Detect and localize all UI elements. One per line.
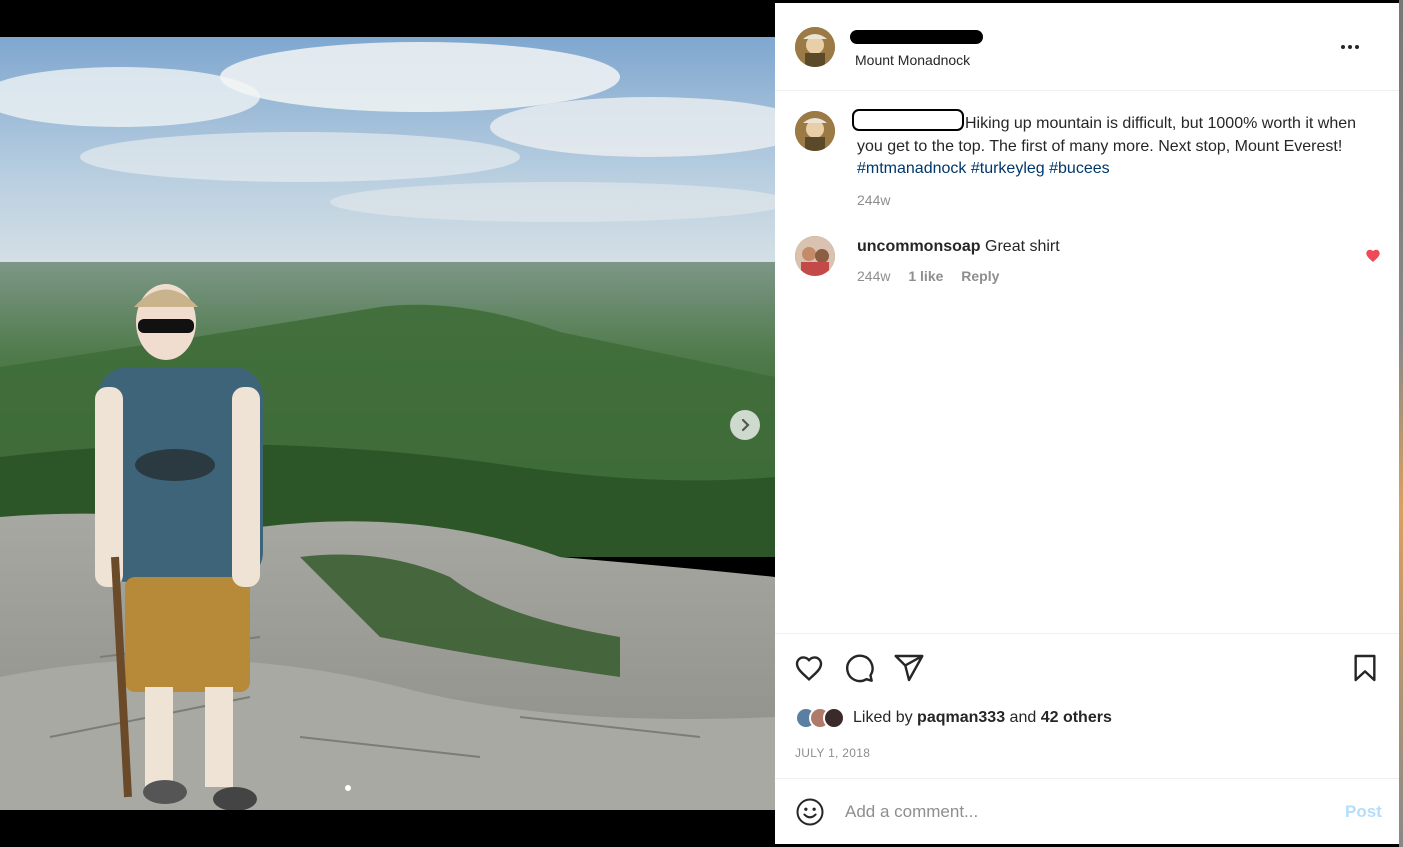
caption-meta: 244w xyxy=(857,189,1367,212)
caption-author-avatar[interactable] xyxy=(795,111,835,151)
post-date[interactable]: JULY 1, 2018 xyxy=(795,746,870,760)
next-photo-button[interactable] xyxy=(730,410,760,440)
emoji-icon[interactable] xyxy=(795,797,825,827)
comment-likes[interactable]: 1 like xyxy=(908,268,943,284)
redacted-username xyxy=(850,30,983,44)
post-photo[interactable] xyxy=(0,37,775,810)
likes-joiner: and xyxy=(1009,709,1037,726)
caption-age[interactable]: 244w xyxy=(857,192,890,208)
hashtag-link[interactable]: #bucees xyxy=(1049,160,1110,177)
background-edge xyxy=(1399,0,1403,847)
caption-text: Hiking up mountain is difficult, but 100… xyxy=(857,115,1357,155)
carousel-dot xyxy=(345,785,351,791)
more-options-icon[interactable] xyxy=(1341,39,1365,55)
likes-prefix: Liked by xyxy=(853,709,913,726)
reply-button[interactable]: Reply xyxy=(961,268,999,284)
likes-summary: Liked by paqman333 and 42 others xyxy=(795,707,1112,729)
hashtag-link[interactable]: #mtmanadnock xyxy=(857,160,966,177)
heart-icon[interactable] xyxy=(793,652,825,684)
post-actions-section: Liked by paqman333 and 42 others JULY 1,… xyxy=(775,633,1399,779)
liker-avatar[interactable] xyxy=(823,707,845,729)
post-location[interactable]: Mount Monadnock xyxy=(855,52,970,68)
post-header: Mount Monadnock xyxy=(775,3,1399,91)
comment-age[interactable]: 244w xyxy=(857,268,890,284)
comment-input[interactable] xyxy=(845,799,1315,825)
comment-text: Great shirt xyxy=(985,238,1060,255)
share-icon[interactable] xyxy=(893,652,925,684)
carousel-dots xyxy=(345,785,351,791)
post-side-panel: Mount Monadnock Hiking up mountain is di… xyxy=(775,3,1399,844)
likes-others-link[interactable]: 42 others xyxy=(1041,709,1112,726)
chevron-right-icon xyxy=(741,418,750,432)
author-avatar[interactable] xyxy=(795,27,835,67)
likes-text: Liked by paqman333 and 42 others xyxy=(853,709,1112,727)
comment-icon[interactable] xyxy=(843,652,875,684)
liked-heart-icon[interactable] xyxy=(1365,248,1381,264)
liker-username[interactable]: paqman333 xyxy=(917,709,1005,726)
add-comment-bar: Post xyxy=(775,779,1399,844)
comment-item: uncommonsoap Great shirt 244w 1 like Rep… xyxy=(857,238,1060,284)
bookmark-icon[interactable] xyxy=(1349,652,1381,684)
comment-meta: 244w 1 like Reply xyxy=(857,268,1060,284)
commenter-avatar[interactable] xyxy=(795,236,835,276)
post-comment-button[interactable]: Post xyxy=(1345,802,1382,822)
hashtag-link[interactable]: #turkeyleg xyxy=(971,160,1045,177)
photo-pane xyxy=(0,0,775,847)
post-caption: Hiking up mountain is difficult, but 100… xyxy=(857,113,1367,211)
comment-username[interactable]: uncommonsoap xyxy=(857,238,981,255)
